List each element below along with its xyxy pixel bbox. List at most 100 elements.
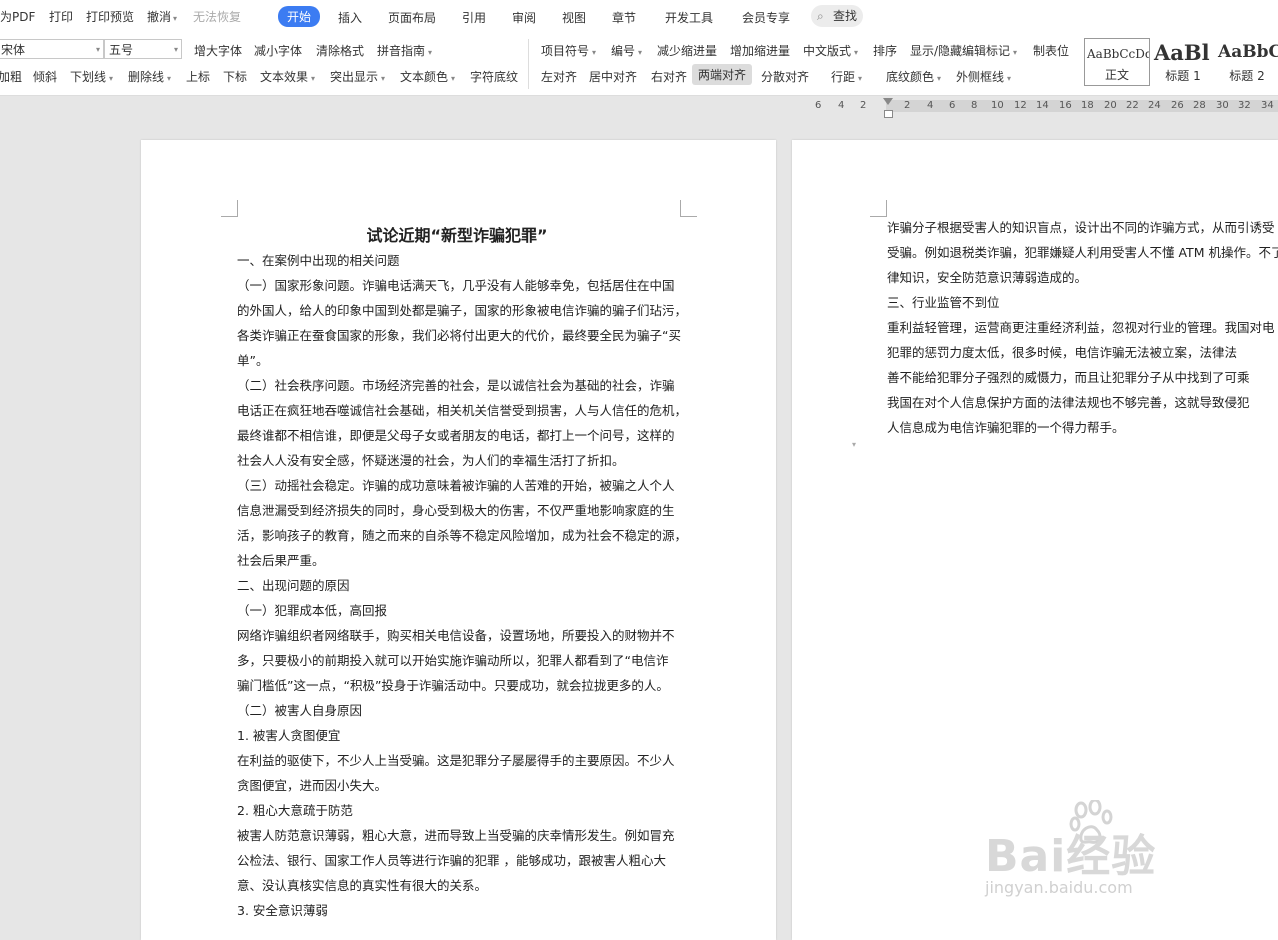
document-line: 诈骗分子根据受害人的知识盲点，设计出不同的诈骗方式，从而引诱受 xyxy=(887,220,1275,235)
distributed-button[interactable]: 分散对齐 xyxy=(761,68,809,85)
horizontal-ruler[interactable]: 6 4 2 2 4 6 8 10 12 14 16 18 20 22 24 26… xyxy=(0,96,1278,118)
export-pdf-button[interactable]: 为PDF xyxy=(0,8,35,25)
align-right-button[interactable]: 右对齐 xyxy=(651,68,687,85)
ruler-number: 34 xyxy=(1261,100,1274,111)
document-line: 3. 安全意识薄弱 xyxy=(237,903,328,918)
tab-view[interactable]: 视图 xyxy=(562,9,586,26)
style-gallery: AaBbCcDd 正文 AaBl 标题 1 AaBbC 标题 2 xyxy=(1084,38,1278,88)
document-line: （三）动摇社会稳定。诈骗的成功意味着被诈骗的人苦难的开始，被骗之人个人 xyxy=(237,478,675,493)
text-color-button[interactable]: 文本颜色 xyxy=(400,68,455,85)
print-button[interactable]: 打印 xyxy=(49,8,73,25)
strikethrough-button[interactable]: 删除线 xyxy=(128,68,171,85)
ribbon-toolbar: 宋体 ▾ 五号 ▾ 增大字体 减小字体 清除格式 拼音指南 加粗 倾斜 下划线 … xyxy=(0,33,1278,96)
document-line: 被害人防范意识薄弱，粗心大意，进而导致上当受骗的庆幸情形发生。例如冒充 xyxy=(237,828,675,843)
font-size-value: 五号 xyxy=(109,43,134,57)
char-shading-button[interactable]: 字符底纹 xyxy=(470,68,518,85)
chinese-layout-button[interactable]: 中文版式 xyxy=(803,42,858,59)
ruler-number: 28 xyxy=(1193,100,1206,111)
ruler-number: 22 xyxy=(1126,100,1139,111)
document-line: （二）被害人自身原因 xyxy=(237,703,363,718)
undo-button[interactable]: 撤消 ▾ xyxy=(147,8,177,25)
document-line: 善不能给犯罪分子强烈的威慑力，而且让犯罪分子从中找到了可乘 xyxy=(887,370,1250,385)
tab-home[interactable]: 开始 xyxy=(278,6,321,27)
document-line: 活，影响孩子的教育，随之而来的自杀等不稳定风险增加，成为社会不稳定的源， xyxy=(237,528,688,543)
style-normal-preview: AaBbCcDd xyxy=(1087,47,1150,61)
subscript-button[interactable]: 下标 xyxy=(223,68,247,85)
document-page-1[interactable]: 试论近期“新型诈骗犯罪” 一、在案例中出现的相关问题 （一）国家形象问题。诈骗电话… xyxy=(141,140,776,940)
style-heading-1[interactable]: AaBl 标题 1 xyxy=(1152,38,1214,86)
ruler-number: 10 xyxy=(991,100,1004,111)
page-1-body: 一、在案例中出现的相关问题 （一）国家形象问题。诈骗电话满天飞，几乎没有人能够幸免… xyxy=(237,248,688,923)
underline-button[interactable]: 下划线 xyxy=(70,68,113,85)
align-center-button[interactable]: 居中对齐 xyxy=(589,68,637,85)
tab-references[interactable]: 引用 xyxy=(462,9,486,26)
shading-color-button[interactable]: 底纹颜色 xyxy=(886,68,941,85)
style-heading-2[interactable]: AaBbC 标题 2 xyxy=(1216,38,1278,86)
document-line: 电话正在疯狂地吞噬诚信社会基础，相关机关信誉受到损害，人与人信任的危机， xyxy=(237,403,688,418)
document-line: 各类诈骗正在蚕食国家的形象，我们必将付出更大的代价，最终要全民为骗子“买 xyxy=(237,328,681,343)
ruler-number: 8 xyxy=(971,100,978,111)
undo-label: 撤消 xyxy=(147,10,172,24)
margin-corner-mark xyxy=(680,200,697,217)
italic-button[interactable]: 倾斜 xyxy=(33,68,57,85)
tab-stops-button[interactable]: 制表位 xyxy=(1033,42,1069,59)
tab-chapter[interactable]: 章节 xyxy=(612,9,636,26)
superscript-button[interactable]: 上标 xyxy=(186,68,210,85)
page-2-body: 诈骗分子根据受害人的知识盲点，设计出不同的诈骗方式，从而引诱受 受骗。例如退税类诈… xyxy=(887,215,1278,440)
numbering-button[interactable]: 编号 xyxy=(611,42,642,59)
document-line: （一）国家形象问题。诈骗电话满天飞，几乎没有人能够幸免，包括居住在中国 xyxy=(237,278,675,293)
search-label: 查找 xyxy=(832,9,857,23)
print-preview-button[interactable]: 打印预览 xyxy=(86,8,134,25)
document-line: 一、在案例中出现的相关问题 xyxy=(237,253,400,268)
document-line: （一）犯罪成本低，高回报 xyxy=(237,603,388,618)
chevron-down-icon: ▾ xyxy=(173,14,178,23)
document-line: 我国在对个人信息保护方面的法律法规也不够完善，这就导致侵犯 xyxy=(887,395,1250,410)
style-heading-2-preview: AaBbC xyxy=(1218,42,1278,62)
increase-indent-button[interactable]: 增加缩进量 xyxy=(730,42,790,59)
sort-button[interactable]: 排序 xyxy=(873,42,897,59)
ruler-number: 2 xyxy=(904,100,911,111)
tab-page-layout[interactable]: 页面布局 xyxy=(388,9,436,26)
chevron-down-icon: ▾ xyxy=(95,45,100,54)
document-title: 试论近期“新型诈骗犯罪” xyxy=(366,226,548,245)
tab-developer[interactable]: 开发工具 xyxy=(665,9,713,26)
shrink-font-button[interactable]: 减小字体 xyxy=(254,42,302,59)
line-spacing-button[interactable]: 行距 xyxy=(831,68,862,85)
baidu-jingyan-watermark: Bai经验 jingyan.baidu.com xyxy=(985,800,1245,910)
text-effect-button[interactable]: 文本效果 xyxy=(260,68,315,85)
outside-border-button[interactable]: 外侧框线 xyxy=(956,68,1011,85)
tab-insert[interactable]: 插入 xyxy=(338,9,362,26)
document-line: 在利益的驱使下，不少人上当受骗。这是犯罪分子屡屡得手的主要原因。不少人 xyxy=(237,753,675,768)
highlight-button[interactable]: 突出显示 xyxy=(330,68,385,85)
document-line: 单”。 xyxy=(237,353,269,368)
search-box[interactable]: ⌕ 查找 xyxy=(811,5,863,27)
document-line: 犯罪的惩罚力度太低，很多时候，电信诈骗无法被立案，法律法 xyxy=(887,345,1238,360)
menu-bar: 为PDF 打印 打印预览 撤消 ▾ 无法恢复 开始 插入 页面布局 引用 审阅 视… xyxy=(0,0,1278,33)
ruler-number: 4 xyxy=(927,100,934,111)
clear-format-button[interactable]: 清除格式 xyxy=(316,42,364,59)
ruler-number: 2 xyxy=(860,100,867,111)
style-normal[interactable]: AaBbCcDd 正文 xyxy=(1084,38,1150,86)
style-heading-1-preview: AaBl xyxy=(1154,40,1210,65)
tab-review[interactable]: 审阅 xyxy=(512,9,536,26)
grow-font-button[interactable]: 增大字体 xyxy=(194,42,242,59)
font-name-value: 宋体 xyxy=(1,43,26,57)
style-heading-2-name: 标题 2 xyxy=(1229,69,1265,83)
ruler-number: 18 xyxy=(1081,100,1094,111)
bullets-button[interactable]: 项目符号 xyxy=(541,42,596,59)
first-line-indent-marker[interactable] xyxy=(883,98,893,105)
phonetic-guide-button[interactable]: 拼音指南 xyxy=(377,42,432,59)
tab-member[interactable]: 会员专享 xyxy=(742,9,790,26)
show-hide-marks-button[interactable]: 显示/隐藏编辑标记 xyxy=(910,42,1017,59)
align-left-button[interactable]: 左对齐 xyxy=(541,68,577,85)
document-line: 社会后果严重。 xyxy=(237,553,325,568)
style-heading-1-name: 标题 1 xyxy=(1165,69,1201,83)
watermark-url: jingyan.baidu.com xyxy=(985,878,1133,897)
decrease-indent-button[interactable]: 减少缩进量 xyxy=(657,42,717,59)
font-size-select[interactable]: 五号 ▾ xyxy=(104,39,182,59)
bold-button[interactable]: 加粗 xyxy=(0,68,22,85)
left-indent-marker[interactable] xyxy=(884,110,893,118)
justify-button[interactable]: 两端对齐 xyxy=(692,64,753,85)
font-name-select[interactable]: 宋体 ▾ xyxy=(0,39,104,59)
redo-button[interactable]: 无法恢复 xyxy=(193,8,241,25)
